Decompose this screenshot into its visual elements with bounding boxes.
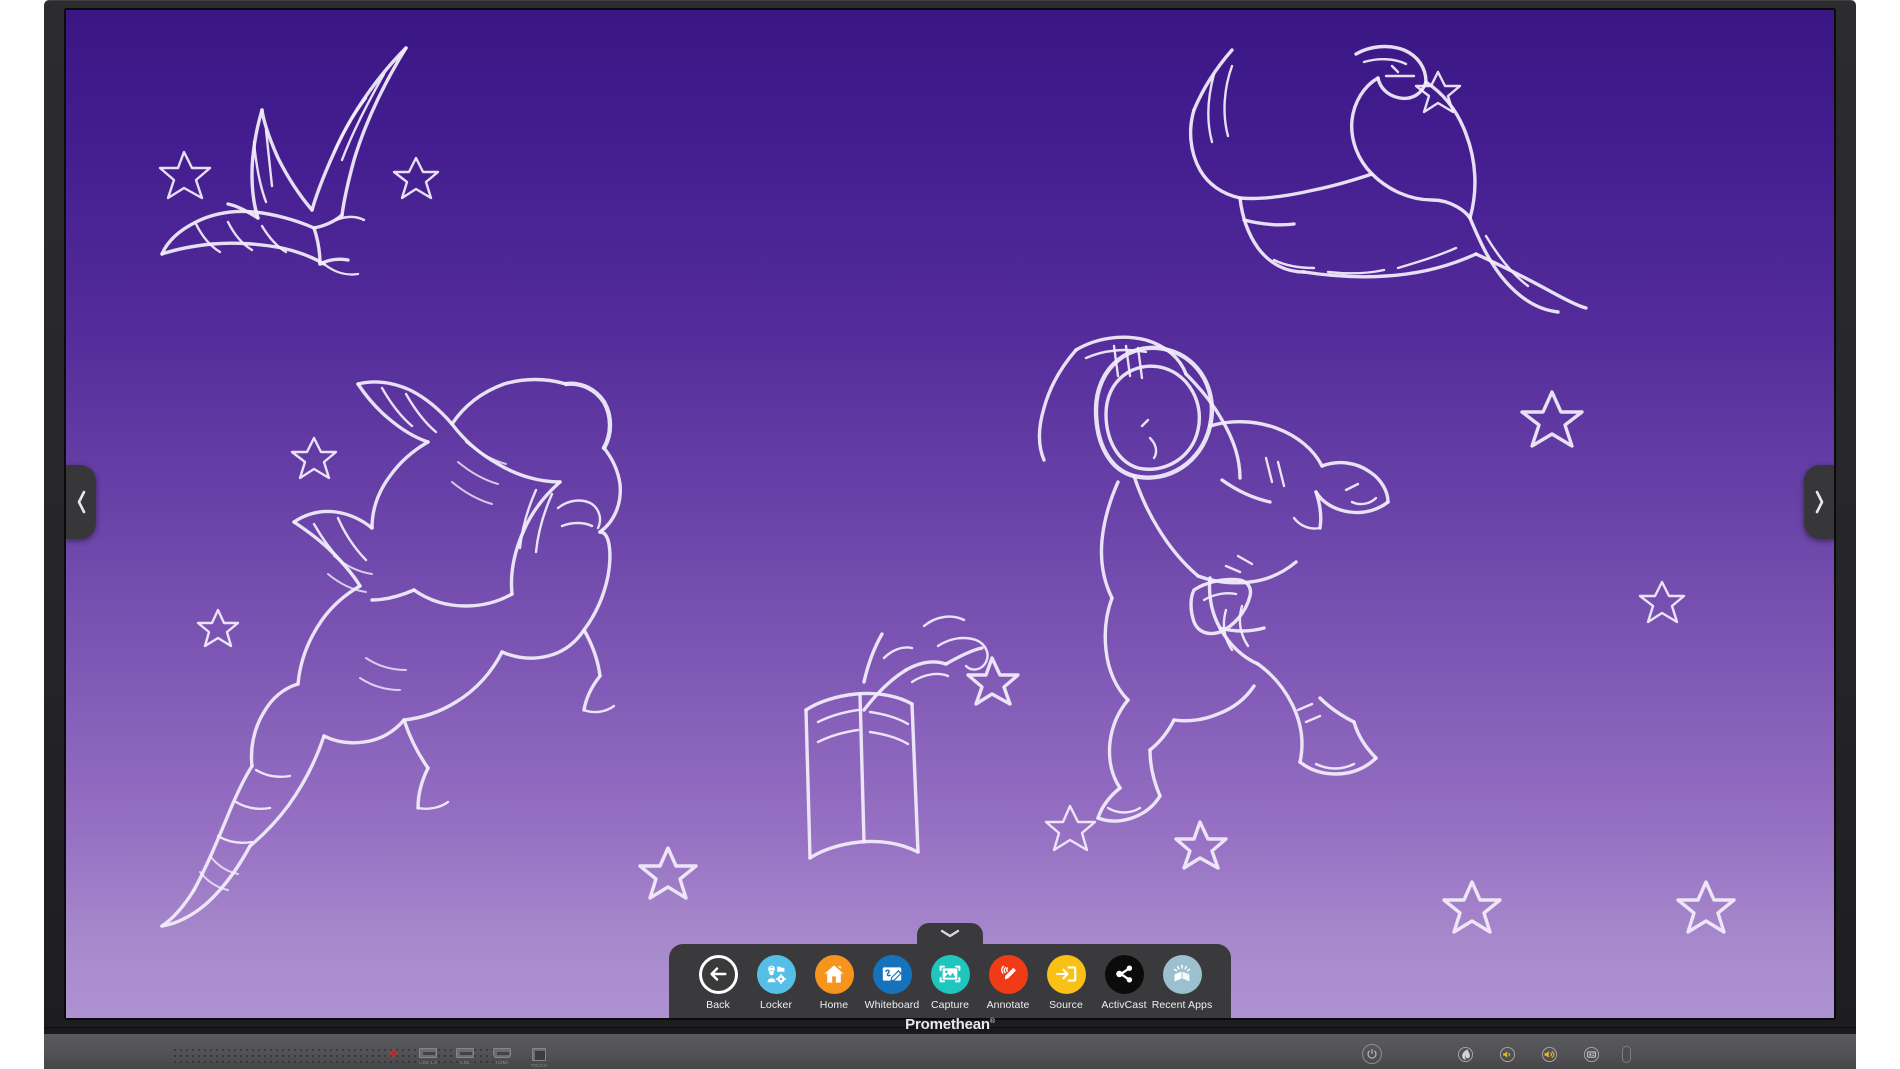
port-usb-1[interactable]: USB 3.0 — [419, 1048, 437, 1065]
promethean-activpanel: Back Locker Home Whiteboard Capture Anno… — [44, 0, 1856, 1069]
activcast-button-circle — [1104, 954, 1144, 994]
annotate-button-circle — [988, 954, 1028, 994]
astronaut-sketch — [1037, 335, 1390, 823]
toolbar-collapse-handle[interactable] — [917, 922, 983, 945]
panel-screen[interactable]: Back Locker Home Whiteboard Capture Anno… — [66, 10, 1834, 1018]
port-hdmi[interactable]: HDMI — [493, 1048, 511, 1065]
toolbar-item-activcast[interactable]: ActivCast — [1095, 954, 1153, 1011]
volume-up-icon — [1541, 1046, 1557, 1062]
display-icon — [1583, 1046, 1599, 1062]
port-label-usb-2: USB — [460, 1059, 470, 1065]
chevron-left-icon — [77, 490, 85, 514]
annotate-pen-icon — [1001, 965, 1016, 980]
toolbar-label-whiteboard: Whiteboard — [864, 998, 920, 1011]
power-indicator-led — [391, 1051, 396, 1056]
promethean-flame-button[interactable] — [1455, 1044, 1475, 1064]
open-book-icon — [1173, 964, 1191, 982]
plesiosaur-sketch — [1188, 44, 1588, 314]
toolbar-item-annotate[interactable]: Annotate — [979, 954, 1037, 1011]
open-book-sketch — [804, 615, 989, 860]
capture-icon — [939, 965, 961, 983]
source-select-button[interactable] — [1581, 1044, 1601, 1064]
locker-icon — [767, 965, 787, 985]
volume-down-button[interactable] — [1497, 1044, 1517, 1064]
port-label-hdmi: HDMI — [495, 1059, 509, 1065]
capture-button-circle — [930, 954, 970, 994]
brand-text: Promethean — [905, 1016, 990, 1033]
back-arrow-icon — [710, 967, 727, 981]
power-button[interactable] — [1362, 1044, 1382, 1064]
toolbar-label-home: Home — [819, 998, 849, 1011]
chevron-down-icon — [940, 929, 960, 938]
source-input-icon — [1055, 966, 1077, 982]
chevron-right-icon — [1815, 490, 1823, 514]
toolbar-item-home[interactable]: Home — [805, 954, 863, 1011]
pterodactyl-sketch — [160, 46, 408, 276]
whiteboard-button-circle — [872, 954, 912, 994]
volume-up-button[interactable] — [1539, 1044, 1559, 1064]
source-button-circle — [1046, 954, 1086, 994]
toolbar-label-back: Back — [706, 998, 730, 1011]
port-label-usb-1: USB 3.0 — [419, 1059, 437, 1065]
back-button-circle — [698, 954, 738, 994]
triceratops-sketch — [160, 377, 622, 928]
touch-port-shape — [532, 1048, 547, 1061]
unified-menu: Back Locker Home Whiteboard Capture Anno… — [669, 922, 1231, 1018]
toolbar-label-capture: Capture — [930, 998, 970, 1011]
volume-down-icon — [1499, 1046, 1515, 1062]
hdmi-port-shape — [493, 1048, 511, 1058]
speaker-grille — [172, 1047, 502, 1063]
brand-logo: Promethean® — [905, 1016, 995, 1033]
ir-sensor — [1622, 1046, 1631, 1063]
toolbar-item-locker[interactable]: Locker — [747, 954, 805, 1011]
usb-port-shape — [419, 1048, 437, 1058]
power-icon — [1367, 1048, 1377, 1059]
usb-port-shape — [456, 1048, 474, 1058]
brand-tm: ® — [989, 1018, 995, 1025]
stars-group — [158, 70, 1736, 934]
home-button-circle — [814, 954, 854, 994]
port-label-touch: TOUCH — [531, 1062, 548, 1068]
toolbar-label-activcast: ActivCast — [1101, 998, 1147, 1011]
flame-icon — [1457, 1046, 1473, 1062]
toolbar-label-recent-apps: Recent Apps — [1151, 998, 1213, 1011]
home-icon — [824, 965, 844, 983]
toolbar: Back Locker Home Whiteboard Capture Anno… — [669, 943, 1231, 1018]
recent-apps-button-circle — [1162, 954, 1202, 994]
toolbar-item-back[interactable]: Back — [689, 954, 747, 1011]
locker-button-circle — [756, 954, 796, 994]
toolbar-label-source: Source — [1049, 998, 1083, 1011]
whiteboard-icon — [882, 967, 902, 982]
chalk-artwork — [66, 10, 1834, 1018]
left-menu-handle[interactable] — [66, 465, 96, 539]
port-usb-2[interactable]: USB — [456, 1048, 474, 1065]
toolbar-item-capture[interactable]: Capture — [921, 954, 979, 1011]
toolbar-item-source[interactable]: Source — [1037, 954, 1095, 1011]
toolbar-item-whiteboard[interactable]: Whiteboard — [863, 954, 921, 1011]
toolbar-label-locker: Locker — [759, 998, 793, 1011]
port-touch[interactable]: TOUCH — [531, 1048, 548, 1068]
toolbar-label-annotate: Annotate — [986, 998, 1030, 1011]
share-nodes-icon — [1116, 965, 1133, 983]
right-menu-handle[interactable] — [1804, 465, 1834, 539]
toolbar-item-recent-apps[interactable]: Recent Apps — [1151, 954, 1213, 1011]
